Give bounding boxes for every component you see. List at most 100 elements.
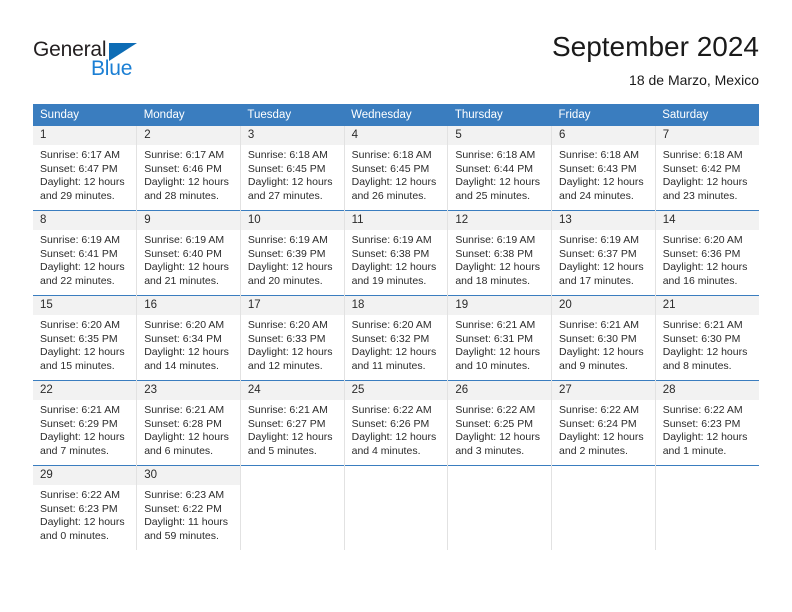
calendar-day-cell[interactable]: 10 Sunrise: 6:19 AM Sunset: 6:39 PM Dayligh… [240, 210, 345, 296]
day-cell-body: 10 Sunrise: 6:19 AM Sunset: 6:39 PM Dayligh… [240, 211, 344, 295]
daylight-text-line1: Daylight: 12 hours [144, 346, 229, 359]
calendar-day-cell[interactable]: 7 Sunrise: 6:18 AM Sunset: 6:42 PM Daylight… [655, 126, 759, 211]
day-details: Sunrise: 6:19 AM Sunset: 6:40 PM Daylight:… [137, 230, 240, 288]
daylight-text-line1: Daylight: 12 hours [455, 176, 540, 189]
daylight-text-line2: and 1 minute. [662, 444, 727, 457]
calendar-day-cell[interactable]: 27 Sunrise: 6:22 AM Sunset: 6:24 PM Dayligh… [551, 380, 656, 466]
daylight-text-line2: and 10 minutes. [455, 359, 531, 372]
day-number: 29 [33, 466, 137, 485]
day-number: 3 [240, 126, 344, 145]
calendar-day-cell[interactable]: 12 Sunrise: 6:19 AM Sunset: 6:38 PM Dayligh… [447, 210, 553, 296]
calendar-day-cell[interactable]: 11 Sunrise: 6:19 AM Sunset: 6:38 PM Dayligh… [344, 210, 449, 296]
calendar-day-cell[interactable]: 2 Sunrise: 6:17 AM Sunset: 6:46 PM Daylight… [136, 126, 241, 211]
sunset-text: Sunset: 6:23 PM [40, 502, 118, 515]
calendar-day-cell[interactable]: 22 Sunrise: 6:21 AM Sunset: 6:29 PM Dayligh… [33, 380, 138, 466]
daylight-text-line1: Daylight: 12 hours [144, 261, 229, 274]
calendar-week-row: 22 Sunrise: 6:21 AM Sunset: 6:29 PM Dayligh… [33, 380, 759, 466]
sunset-text: Sunset: 6:45 PM [247, 162, 326, 175]
day-details: Sunrise: 6:21 AM Sunset: 6:28 PM Daylight:… [137, 400, 240, 458]
calendar-day-cell[interactable]: 24 Sunrise: 6:21 AM Sunset: 6:27 PM Dayligh… [240, 380, 345, 466]
sunset-text: Sunset: 6:46 PM [144, 162, 222, 175]
day-details: Sunrise: 6:19 AM Sunset: 6:41 PM Daylight:… [33, 230, 136, 288]
calendar-day-cell[interactable]: 13 Sunrise: 6:19 AM Sunset: 6:37 PM Dayligh… [551, 210, 656, 296]
weekday-header-thursday: Thursday [447, 104, 552, 126]
calendar-empty-cell [551, 465, 656, 550]
calendar-day-cell[interactable]: 3 Sunrise: 6:18 AM Sunset: 6:45 PM Daylight… [240, 126, 345, 211]
daylight-text-line2: and 16 minutes. [662, 274, 738, 287]
sunrise-text: Sunrise: 6:21 AM [247, 404, 328, 416]
sunrise-text: Sunrise: 6:21 AM [144, 404, 225, 416]
calendar-day-cell[interactable]: 25 Sunrise: 6:22 AM Sunset: 6:26 PM Dayligh… [344, 380, 449, 466]
sunrise-text: Sunrise: 6:22 AM [662, 404, 743, 416]
sunrise-text: Sunrise: 6:20 AM [40, 319, 120, 331]
day-number: 14 [655, 211, 759, 230]
sunset-text: Sunset: 6:34 PM [144, 332, 222, 345]
day-number: 23 [137, 381, 240, 400]
calendar-day-cell[interactable]: 15 Sunrise: 6:20 AM Sunset: 6:35 PM Dayligh… [33, 295, 138, 381]
calendar-day-cell[interactable]: 20 Sunrise: 6:21 AM Sunset: 6:30 PM Dayligh… [551, 295, 656, 381]
sunset-text: Sunset: 6:45 PM [351, 162, 430, 175]
day-details: Sunrise: 6:19 AM Sunset: 6:39 PM Daylight:… [241, 230, 344, 288]
daylight-text-line2: and 17 minutes. [559, 274, 634, 287]
day-details: Sunrise: 6:21 AM Sunset: 6:27 PM Daylight:… [241, 400, 344, 458]
daylight-text-line2: and 4 minutes. [351, 444, 421, 457]
calendar-day-cell[interactable]: 1 Sunrise: 6:17 AM Sunset: 6:47 PM Daylight… [33, 126, 138, 211]
day-number [552, 466, 655, 485]
daylight-text-line2: and 11 minutes. [351, 359, 426, 372]
daylight-text-line1: Daylight: 12 hours [559, 431, 644, 444]
calendar-day-cell[interactable]: 30 Sunrise: 6:23 AM Sunset: 6:22 PM Dayligh… [136, 465, 241, 550]
day-cell-body: 30 Sunrise: 6:23 AM Sunset: 6:22 PM Dayligh… [137, 466, 240, 550]
daylight-text-line2: and 21 minutes. [144, 274, 219, 287]
day-details: Sunrise: 6:20 AM Sunset: 6:35 PM Daylight:… [33, 315, 136, 373]
calendar-day-cell[interactable]: 16 Sunrise: 6:20 AM Sunset: 6:34 PM Dayligh… [136, 295, 241, 381]
day-number: 12 [448, 211, 552, 230]
day-details: Sunrise: 6:22 AM Sunset: 6:24 PM Daylight:… [552, 400, 655, 458]
calendar-day-cell[interactable]: 6 Sunrise: 6:18 AM Sunset: 6:43 PM Daylight… [551, 126, 656, 211]
calendar-day-cell[interactable]: 21 Sunrise: 6:21 AM Sunset: 6:30 PM Dayligh… [655, 295, 759, 381]
daylight-text-line2: and 2 minutes. [559, 444, 628, 457]
day-details: Sunrise: 6:18 AM Sunset: 6:42 PM Daylight:… [656, 145, 759, 203]
calendar-day-cell[interactable]: 5 Sunrise: 6:18 AM Sunset: 6:44 PM Daylight… [447, 126, 553, 211]
sunset-text: Sunset: 6:38 PM [351, 247, 430, 260]
day-details: Sunrise: 6:17 AM Sunset: 6:47 PM Daylight:… [33, 145, 136, 203]
sunrise-text: Sunrise: 6:17 AM [144, 149, 225, 161]
calendar-week-row: 1 Sunrise: 6:17 AM Sunset: 6:47 PM Daylight… [33, 126, 759, 211]
daylight-text-line1: Daylight: 12 hours [351, 431, 437, 444]
calendar-day-cell[interactable]: 29 Sunrise: 6:22 AM Sunset: 6:23 PM Dayligh… [33, 465, 138, 550]
sunset-text: Sunset: 6:43 PM [559, 162, 637, 175]
day-details: Sunrise: 6:19 AM Sunset: 6:37 PM Daylight:… [552, 230, 655, 288]
calendar-day-cell[interactable]: 14 Sunrise: 6:20 AM Sunset: 6:36 PM Dayligh… [655, 210, 759, 296]
page-header: General Blue September 2024 18 de Marzo,… [0, 0, 792, 100]
day-number: 4 [344, 126, 448, 145]
sunset-text: Sunset: 6:22 PM [144, 502, 222, 515]
calendar-day-cell[interactable]: 4 Sunrise: 6:18 AM Sunset: 6:45 PM Daylight… [344, 126, 449, 211]
calendar-day-cell[interactable]: 23 Sunrise: 6:21 AM Sunset: 6:28 PM Dayligh… [136, 380, 241, 466]
sunset-text: Sunset: 6:41 PM [40, 247, 118, 260]
day-number: 10 [240, 211, 344, 230]
day-details: Sunrise: 6:23 AM Sunset: 6:22 PM Daylight:… [137, 485, 240, 543]
sunrise-text: Sunrise: 6:19 AM [40, 234, 120, 246]
day-details: Sunrise: 6:22 AM Sunset: 6:25 PM Daylight:… [448, 400, 551, 458]
day-number: 5 [448, 126, 552, 145]
calendar-day-cell[interactable]: 28 Sunrise: 6:22 AM Sunset: 6:23 PM Dayligh… [655, 380, 759, 466]
daylight-text-line1: Daylight: 12 hours [662, 346, 748, 359]
day-details: Sunrise: 6:17 AM Sunset: 6:46 PM Daylight:… [137, 145, 240, 203]
daylight-text-line1: Daylight: 12 hours [662, 176, 748, 189]
daylight-text-line2: and 9 minutes. [559, 359, 628, 372]
day-cell-body: 2 Sunrise: 6:17 AM Sunset: 6:46 PM Daylight… [137, 126, 240, 210]
calendar-empty-cell [240, 465, 345, 550]
daylight-text-line1: Daylight: 12 hours [662, 431, 748, 444]
calendar-day-cell[interactable]: 8 Sunrise: 6:19 AM Sunset: 6:41 PM Daylight… [33, 210, 138, 296]
day-cell-body: 6 Sunrise: 6:18 AM Sunset: 6:43 PM Daylight… [552, 126, 655, 210]
calendar-day-cell[interactable]: 19 Sunrise: 6:21 AM Sunset: 6:31 PM Dayligh… [447, 295, 553, 381]
calendar-day-cell[interactable]: 18 Sunrise: 6:20 AM Sunset: 6:32 PM Dayligh… [344, 295, 449, 381]
daylight-text-line2: and 12 minutes. [247, 359, 323, 372]
day-details: Sunrise: 6:21 AM Sunset: 6:30 PM Daylight:… [552, 315, 655, 373]
day-cell-body: 19 Sunrise: 6:21 AM Sunset: 6:31 PM Dayligh… [448, 296, 552, 380]
calendar-day-cell[interactable]: 17 Sunrise: 6:20 AM Sunset: 6:33 PM Dayligh… [240, 295, 345, 381]
sunrise-text: Sunrise: 6:18 AM [455, 149, 536, 161]
day-details: Sunrise: 6:20 AM Sunset: 6:36 PM Daylight:… [656, 230, 759, 288]
calendar-day-cell[interactable]: 9 Sunrise: 6:19 AM Sunset: 6:40 PM Daylight… [136, 210, 241, 296]
calendar-day-cell[interactable]: 26 Sunrise: 6:22 AM Sunset: 6:25 PM Dayligh… [447, 380, 553, 466]
weekday-header-saturday: Saturday [655, 104, 759, 126]
